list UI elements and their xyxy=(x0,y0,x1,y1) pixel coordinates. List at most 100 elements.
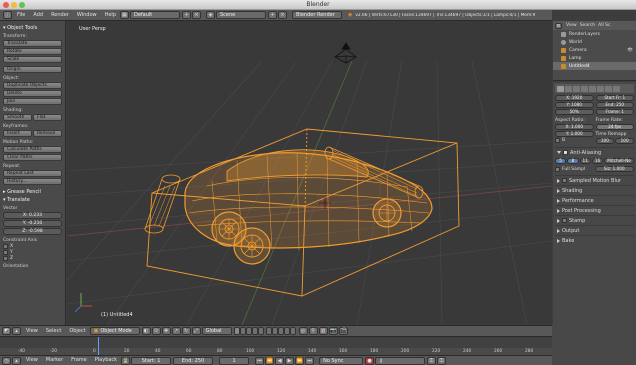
aa-samples-5[interactable]: 5 xyxy=(555,158,567,164)
snap-element-icon[interactable]: ▥ xyxy=(318,327,328,335)
scale-button[interactable]: Scale xyxy=(3,56,62,63)
scene-select[interactable]: Scene xyxy=(216,11,266,19)
modifiers-tab-icon[interactable] xyxy=(605,85,612,92)
sync-mode-select[interactable]: No Sync xyxy=(319,356,364,365)
menu-add[interactable]: Add xyxy=(29,10,47,21)
object-tab-icon[interactable] xyxy=(589,85,596,92)
editor-type-3dview-icon[interactable]: ◩ xyxy=(2,327,11,335)
object-menu[interactable]: Object xyxy=(65,326,89,337)
menu-help[interactable]: Help xyxy=(101,10,120,21)
outliner-item-camera[interactable]: Camera 👁 xyxy=(553,46,636,54)
frame-step-field[interactable]: Frame: 1 xyxy=(595,109,634,115)
jump-start-icon[interactable]: ⏮ xyxy=(255,356,265,365)
remove-scene-icon[interactable]: × xyxy=(278,11,287,19)
play-icon[interactable]: ▶ xyxy=(285,356,295,365)
select-menu[interactable]: Select xyxy=(42,326,65,337)
anti-aliasing-panel[interactable]: Anti-Aliasing xyxy=(555,147,634,157)
outliner-item-renderlayers[interactable]: RenderLayers xyxy=(553,30,636,38)
timeline-marker-menu[interactable]: Marker xyxy=(42,355,67,365)
vector-z-field[interactable]: Z: -0.598 xyxy=(3,228,62,235)
aa-samples-8[interactable]: 8 xyxy=(567,158,579,164)
aa-samples-16[interactable]: 16 xyxy=(591,158,604,164)
vector-y-field[interactable]: Y: -0.210 xyxy=(3,220,62,227)
render-layers-tab-icon[interactable] xyxy=(565,85,572,92)
aspect-y-field[interactable]: Y: 1.000 xyxy=(555,131,594,137)
timeline-frame-menu[interactable]: Frame xyxy=(67,355,91,365)
add-scene-icon[interactable]: + xyxy=(268,11,277,19)
output-panel[interactable]: Output xyxy=(555,225,634,235)
post-processing-panel[interactable]: Post Processing xyxy=(555,205,634,215)
grease-pencil-panel[interactable]: ▸ Grease Pencil xyxy=(3,189,62,195)
3d-viewport[interactable]: User Persp (1) Untitled4 xyxy=(67,21,552,325)
stamp-panel[interactable]: Stamp xyxy=(555,215,634,225)
screen-layout-select[interactable]: Default xyxy=(130,11,180,19)
insert-keyframe-button[interactable]: Insert xyxy=(3,130,32,137)
start-frame-field[interactable]: Start Fr: 1 xyxy=(595,95,634,101)
full-sample-checkbox[interactable]: Full Sampl xyxy=(555,167,593,172)
insert-keyframe-icon[interactable]: ⚿ xyxy=(427,356,437,365)
constraint-y-checkbox[interactable]: Y xyxy=(3,250,62,255)
transform-orientation-select[interactable]: Global xyxy=(201,327,232,335)
viewport-shading-icon[interactable]: ◐ xyxy=(141,327,151,335)
view-menu[interactable]: View xyxy=(22,326,42,337)
world-tab-icon[interactable] xyxy=(581,85,588,92)
timeline-view-menu[interactable]: View xyxy=(22,355,42,365)
aa-samples-11[interactable]: 11 xyxy=(579,158,591,164)
editor-type-timeline-icon[interactable]: ◷ xyxy=(2,356,11,365)
sampled-motion-blur-panel[interactable]: Sampled Motion Blur xyxy=(555,175,634,185)
outliner-view-menu[interactable]: View xyxy=(566,23,577,28)
aa-filter-select[interactable]: Mitchell-Ne xyxy=(604,158,634,164)
outliner-search-menu[interactable]: Search xyxy=(580,23,595,28)
screen-layout-icon[interactable]: ▦ xyxy=(120,11,129,19)
translate-manipulator-icon[interactable]: ↗ xyxy=(171,327,181,335)
fps-select[interactable]: 24 fps xyxy=(595,124,634,130)
menu-file[interactable]: File xyxy=(13,10,29,21)
timeline[interactable]: -40 -20 0 20 40 60 80 100 120 140 160 18… xyxy=(0,336,552,355)
snap-icon[interactable]: ⚲ xyxy=(308,327,318,335)
current-frame-field[interactable]: 1 xyxy=(219,356,250,365)
render-engine-select[interactable]: Blender Render xyxy=(292,11,342,19)
toggle-menus-icon[interactable]: ▴ xyxy=(12,327,21,335)
prev-keyframe-icon[interactable]: ⏪ xyxy=(265,356,275,365)
manipulator-toggle-icon[interactable]: ✥ xyxy=(161,327,171,335)
outliner-item-world[interactable]: World xyxy=(553,38,636,46)
duplicate-objects-button[interactable]: Duplicate Objects xyxy=(3,82,62,89)
calculate-paths-button[interactable]: Calculate Paths xyxy=(3,146,62,153)
end-frame-timeline-field[interactable]: End: 250 xyxy=(173,356,214,365)
add-layout-icon[interactable]: + xyxy=(182,11,191,19)
pivot-point-icon[interactable]: ⊙ xyxy=(151,327,161,335)
join-button[interactable]: Join xyxy=(3,98,62,105)
camera-visibility-icon[interactable]: 👁 xyxy=(627,48,633,53)
constraints-tab-icon[interactable] xyxy=(597,85,604,92)
render-preview-icon[interactable]: 📷 xyxy=(328,327,338,335)
delete-button[interactable]: Delete xyxy=(3,90,62,97)
remap-new-field[interactable]: 100 xyxy=(615,138,634,144)
editor-type-info-icon[interactable]: ⓘ xyxy=(3,11,12,19)
keying-set-field[interactable]: ⚷ xyxy=(375,356,426,365)
border-checkbox[interactable]: B xyxy=(555,138,594,143)
constraint-x-checkbox[interactable]: X xyxy=(3,244,62,249)
history-button[interactable]: History... xyxy=(3,178,62,185)
start-frame-timeline-field[interactable]: Start: 1 xyxy=(131,356,172,365)
menu-render[interactable]: Render xyxy=(47,10,73,21)
anti-aliasing-checkbox[interactable] xyxy=(563,150,568,155)
record-keyframe-icon[interactable]: ● xyxy=(365,356,375,365)
remove-keyframe-button[interactable]: Remove xyxy=(33,130,62,137)
resolution-y-field[interactable]: Y: 1080 xyxy=(555,102,594,108)
outliner-item-untitled4[interactable]: Untitled4 xyxy=(553,62,636,70)
performance-panel[interactable]: Performance xyxy=(555,195,634,205)
constraint-z-checkbox[interactable]: Z xyxy=(3,256,62,261)
play-reverse-icon[interactable]: ◀ xyxy=(275,356,285,365)
outliner-item-lamp[interactable]: Lamp xyxy=(553,54,636,62)
remap-old-field[interactable]: 100 xyxy=(595,138,615,144)
layer-buttons[interactable] xyxy=(233,327,296,335)
material-tab-icon[interactable] xyxy=(613,85,620,92)
toggle-timeline-menus-icon[interactable]: ▴ xyxy=(12,356,21,365)
editor-type-outliner-icon[interactable]: ≡ xyxy=(555,22,562,29)
bake-panel[interactable]: Bake xyxy=(555,235,634,245)
menu-window[interactable]: Window xyxy=(73,10,101,21)
delete-keyframe-icon[interactable]: ⚿ xyxy=(437,356,447,365)
translate-button[interactable]: Translate xyxy=(3,40,62,47)
vector-x-field[interactable]: X: 0.233 xyxy=(3,212,62,219)
outliner-display-select[interactable]: All Sc xyxy=(598,23,610,28)
